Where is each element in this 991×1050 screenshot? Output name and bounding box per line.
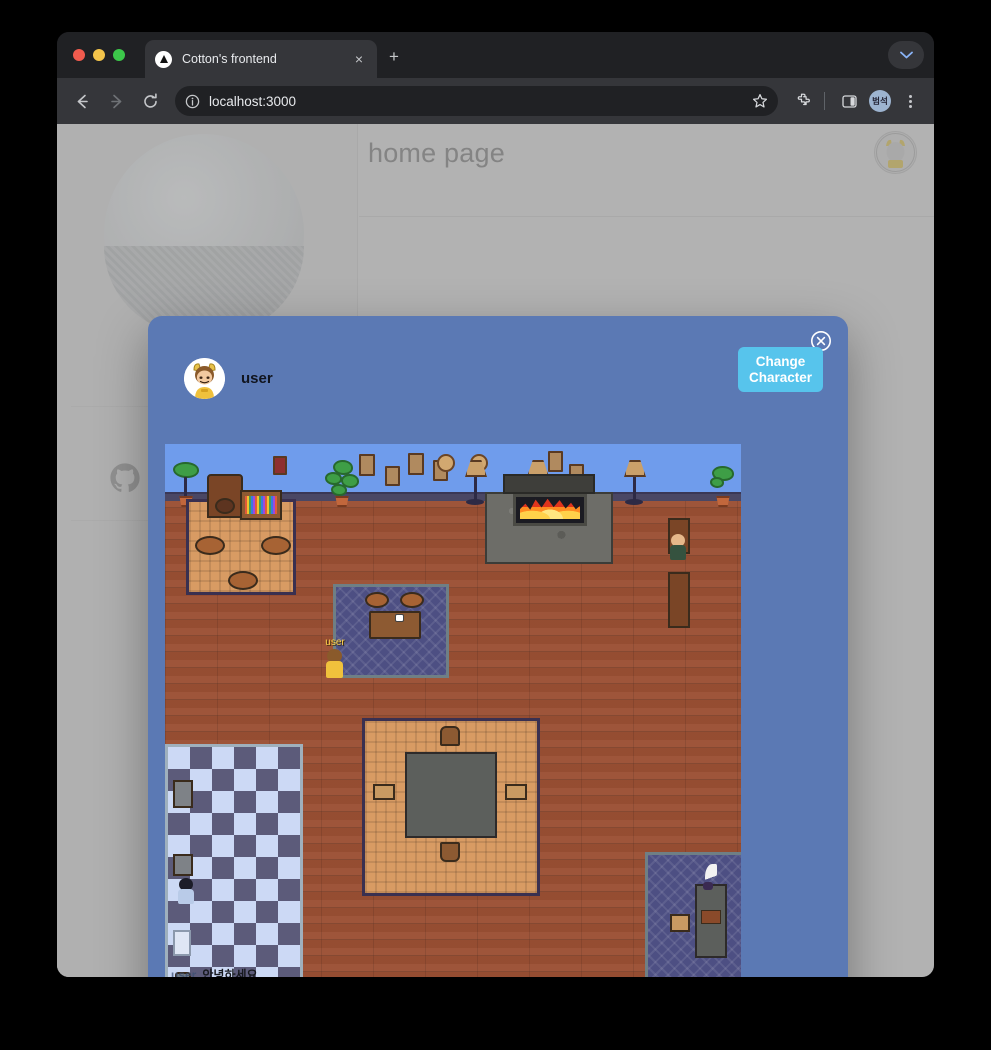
potted-plant [325, 460, 359, 510]
tab-close-icon[interactable]: × [351, 52, 367, 66]
chat-log: user 안녕하세요 [167, 967, 327, 977]
modal-username: user [241, 370, 273, 387]
player-body [326, 661, 343, 678]
chair [440, 842, 460, 862]
minimize-window-button[interactable] [93, 49, 105, 61]
site-info-icon[interactable] [185, 94, 200, 109]
character-avatar[interactable] [184, 358, 225, 399]
kebab-menu-icon[interactable] [896, 87, 924, 115]
wall-frame-icon [273, 456, 287, 475]
tab-strip: Cotton's frontend × + [57, 32, 934, 78]
wall-frame-icon [385, 466, 400, 486]
star-icon[interactable] [752, 93, 768, 109]
forward-arrow-icon[interactable] [101, 86, 131, 116]
sink [173, 854, 193, 876]
wall-clock-icon [437, 454, 455, 472]
toilet [173, 930, 191, 956]
player-character-2[interactable] [177, 878, 195, 904]
fire-icon [520, 498, 580, 519]
potted-plant [710, 466, 736, 512]
floor-lamp [622, 460, 648, 505]
chat-overlay: user 안녕하세요 [167, 967, 327, 977]
game-modal: user Change Character user user 안녕하세요 [148, 316, 848, 977]
npc-body [670, 545, 686, 560]
back-arrow-icon[interactable] [67, 86, 97, 116]
book-icon [701, 910, 721, 924]
floor-cushion [228, 571, 258, 590]
tab-title: Cotton's frontend [182, 52, 277, 66]
extensions-icon[interactable] [790, 87, 818, 115]
chair [505, 784, 527, 800]
close-window-button[interactable] [73, 49, 85, 61]
npc-character[interactable] [669, 534, 687, 560]
chat-message: user 안녕하세요 [171, 967, 323, 977]
wall-cabinet [668, 572, 690, 628]
address-bar-url[interactable]: localhost:3000 [209, 94, 752, 109]
wall-frame-icon [408, 453, 424, 475]
window-traffic-lights [73, 49, 125, 61]
browser-toolbar: localhost:3000 범석 [57, 78, 934, 124]
coffee-cup-icon [395, 614, 404, 622]
chair [373, 784, 395, 800]
floor-cushion [365, 592, 389, 608]
inkwell-icon [703, 882, 713, 890]
fireplace-firebox [513, 494, 587, 526]
profile-avatar[interactable]: 범석 [869, 90, 891, 112]
game-canvas[interactable]: user user 안녕하세요 [165, 444, 741, 977]
floor-cushion [400, 592, 424, 608]
player-name-label: user [325, 637, 345, 648]
reload-icon[interactable] [135, 86, 165, 116]
tab-favicon-icon [155, 50, 172, 68]
change-character-button[interactable]: Change Character [737, 346, 823, 392]
toolbar-divider [824, 92, 825, 110]
browser-tab[interactable]: Cotton's frontend × [145, 40, 377, 78]
browser-window: Cotton's frontend × + localhost:3000 범석 … [57, 32, 934, 977]
bookshelf-books [245, 496, 277, 514]
side-panel-icon[interactable] [835, 87, 863, 115]
modal-user-info: user [184, 358, 273, 399]
chat-message-text: 안녕하세요 [202, 968, 258, 977]
address-bar[interactable]: localhost:3000 [175, 86, 778, 116]
floor-cushion [195, 536, 225, 555]
page-viewport: home page user Change Character user use… [57, 124, 934, 977]
chat-message-sender: user [171, 968, 197, 977]
floor-cushion [261, 536, 291, 555]
new-tab-button[interactable]: + [389, 48, 399, 65]
chair [440, 726, 460, 746]
appliance [173, 780, 193, 808]
player-body [178, 889, 194, 904]
meeting-table [405, 752, 497, 838]
wall-frame-icon [359, 454, 375, 476]
cabinet-speaker [215, 498, 235, 514]
maximize-window-button[interactable] [113, 49, 125, 61]
player-character-main[interactable]: user [325, 637, 345, 679]
office-chair [670, 914, 690, 932]
chevron-down-icon[interactable] [888, 41, 924, 69]
fireplace-mantle [503, 474, 595, 494]
